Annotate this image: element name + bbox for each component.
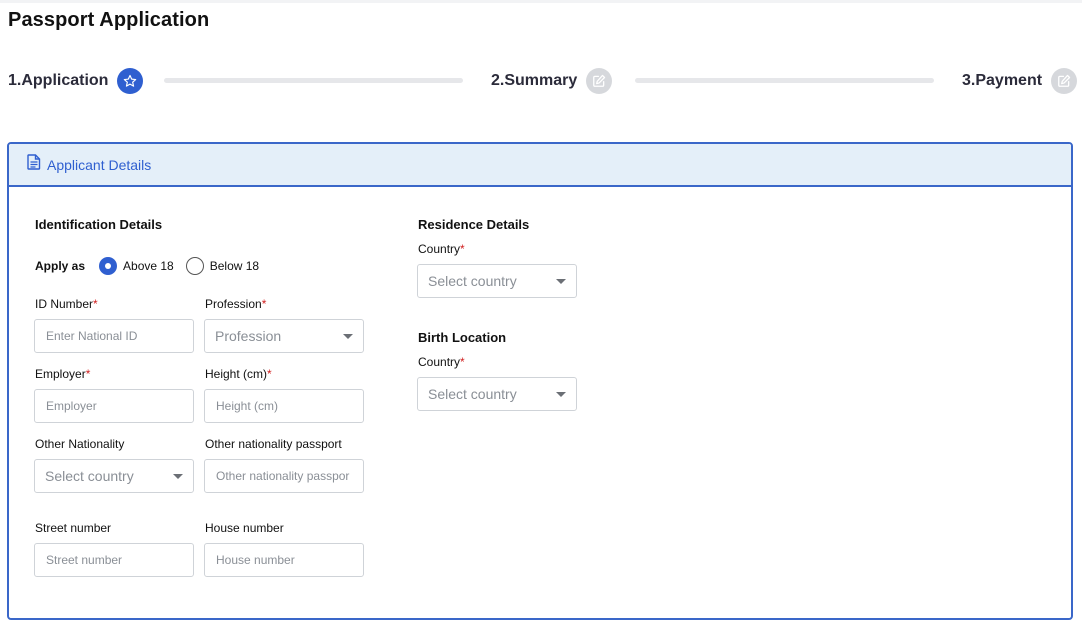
radio-checked-icon[interactable] — [99, 257, 118, 275]
step-summary[interactable]: 2.Summary — [491, 67, 613, 95]
radio-label: Above 18 — [123, 259, 174, 273]
other-passport-input[interactable]: Other nationality passpor — [204, 459, 364, 493]
apply-as-group: Apply as Above 18 Below 18 — [35, 255, 271, 277]
step-payment[interactable]: 3.Payment — [962, 67, 1078, 95]
progress-stepper: 1.Application 2.Summary 3.Payment — [8, 67, 1078, 97]
radio-label: Below 18 — [209, 259, 260, 273]
applicant-details-card: Applicant Details Identification Details… — [7, 142, 1073, 620]
identification-section-title: Identification Details — [35, 217, 163, 232]
edit-icon — [586, 68, 613, 94]
residence-country-select[interactable]: Select country — [417, 264, 577, 298]
residence-section-title: Residence Details — [418, 217, 530, 232]
height-input[interactable]: Height (cm) — [204, 389, 364, 423]
radio-below-18[interactable]: Below 18 — [185, 257, 260, 275]
profession-label: Profession* — [205, 297, 267, 311]
id-number-input[interactable]: Enter National ID — [34, 319, 194, 353]
chevron-down-icon — [556, 392, 566, 397]
apply-as-label: Apply as — [35, 259, 86, 273]
document-icon — [27, 154, 41, 175]
house-number-input[interactable]: House number — [204, 543, 364, 577]
birth-country-select[interactable]: Select country — [417, 377, 577, 411]
other-passport-label: Other nationality passport — [205, 437, 342, 451]
chevron-down-icon — [173, 474, 183, 479]
birth-country-label: Country* — [418, 355, 465, 369]
card-header: Applicant Details — [9, 144, 1071, 187]
employer-input[interactable]: Employer — [34, 389, 194, 423]
other-nationality-label: Other Nationality — [35, 437, 125, 451]
step-label: 2.Summary — [491, 72, 578, 89]
residence-country-label: Country* — [418, 242, 465, 256]
step-label: 3.Payment — [962, 72, 1043, 89]
step-connector — [164, 78, 463, 83]
profession-select[interactable]: Profession — [204, 319, 364, 353]
house-number-label: House number — [205, 521, 284, 535]
radio-above-18[interactable]: Above 18 — [99, 257, 174, 275]
edit-icon — [1051, 68, 1078, 94]
step-connector — [635, 78, 934, 83]
other-nationality-select[interactable]: Select country — [34, 459, 194, 493]
street-number-input[interactable]: Street number — [34, 543, 194, 577]
id-number-label: ID Number* — [35, 297, 98, 311]
chevron-down-icon — [556, 279, 566, 284]
card-title: Applicant Details — [47, 156, 152, 173]
step-application[interactable]: 1.Application — [8, 67, 144, 95]
height-label: Height (cm)* — [205, 367, 272, 381]
page-title: Passport Application — [8, 9, 210, 31]
chevron-down-icon — [343, 334, 353, 339]
top-divider — [0, 0, 1082, 3]
birth-section-title: Birth Location — [418, 330, 507, 345]
step-label: 1.Application — [8, 72, 109, 89]
employer-label: Employer* — [35, 367, 91, 381]
star-icon — [117, 68, 144, 94]
street-number-label: Street number — [35, 521, 112, 535]
radio-unchecked-icon[interactable] — [185, 257, 204, 275]
